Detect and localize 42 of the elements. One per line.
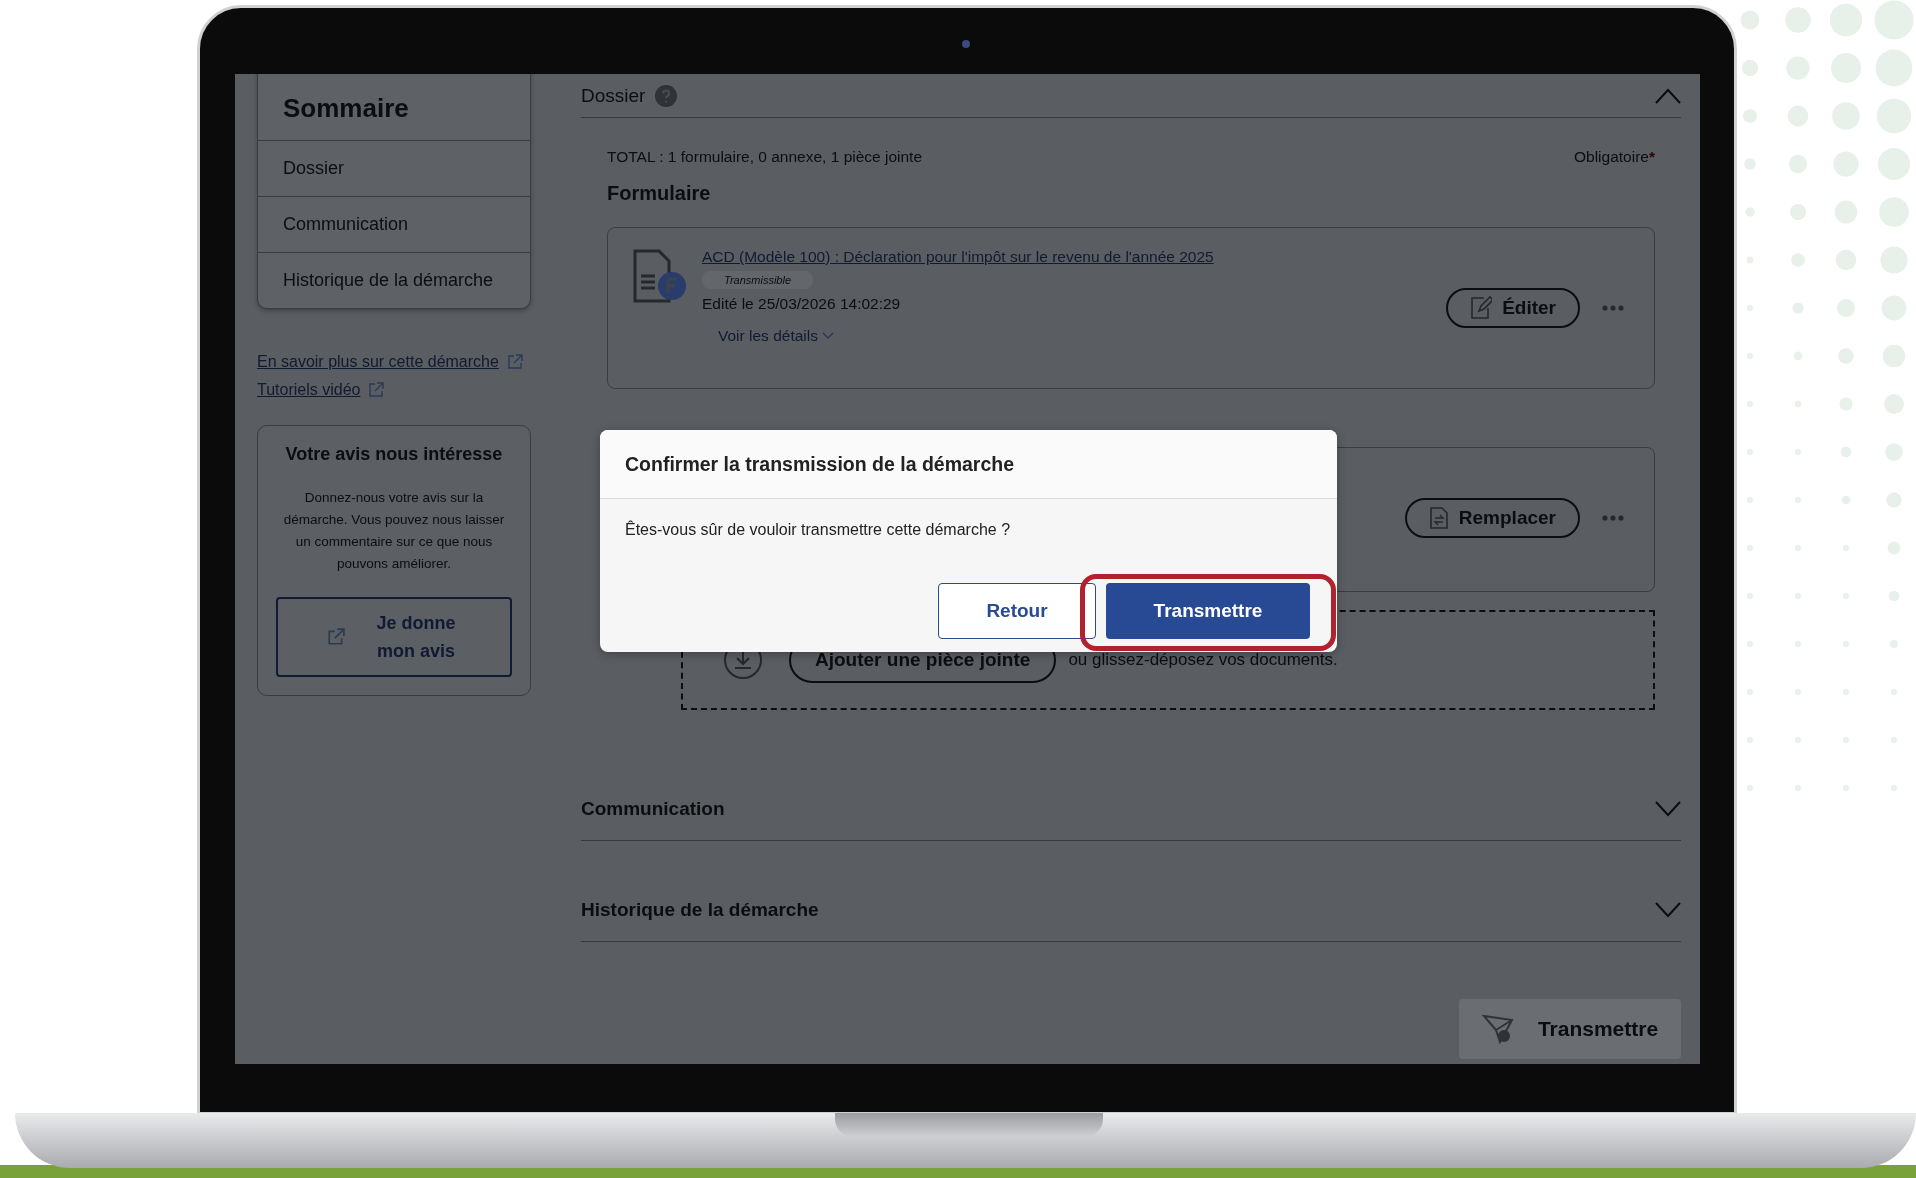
send-icon xyxy=(1481,1014,1516,1044)
confirm-button[interactable]: Transmettre xyxy=(1106,583,1310,639)
dialog-message: Êtes-vous sûr de vouloir transmettre cette démarche ? xyxy=(624,519,1012,539)
summary-title: Sommaire xyxy=(282,92,410,125)
form-heading: Formulaire xyxy=(607,182,712,205)
external-link[interactable]: Tutoriels vidéo xyxy=(257,381,361,399)
external-link-icon xyxy=(327,628,345,646)
section-title: Dossier xyxy=(581,84,646,107)
edit-icon xyxy=(1470,296,1493,320)
drop-hint: ou glissez-déposez vos documents. xyxy=(1068,650,1338,670)
submit-button[interactable]: Transmettre xyxy=(1459,999,1681,1059)
feedback-button[interactable]: Je donne mon avis xyxy=(276,597,512,677)
external-link-icon xyxy=(506,354,523,370)
details-link[interactable]: Voir les détails xyxy=(718,327,834,345)
total-summary: TOTAL : 1 formulaire, 0 annexe, 1 pièce jointe xyxy=(607,148,923,166)
chevron-icon[interactable] xyxy=(1655,902,1681,918)
section-title: Communication xyxy=(581,798,725,820)
dialog-title: Confirmer la transmission de la démarche xyxy=(625,452,1015,476)
camera-icon xyxy=(962,40,970,48)
required-mark: * xyxy=(1648,148,1655,166)
summary-item[interactable]: Historique de la démarche xyxy=(258,252,530,308)
file-swap-icon xyxy=(1428,506,1449,530)
more-options-icon[interactable] xyxy=(1602,515,1624,521)
required-label: Obligatoire xyxy=(1574,148,1649,166)
section-title: Historique de la démarche xyxy=(581,899,819,921)
chevron-icon xyxy=(821,332,834,340)
more-options-icon[interactable] xyxy=(1602,305,1624,311)
summary-item[interactable]: Communication xyxy=(258,196,530,252)
summary-item[interactable]: Dossier xyxy=(258,140,530,196)
feedback-text: Donnez-nous votre avis sur la démarche. Vous pouvez nous laisser un commentaire sur ce que nous pouvons améliorer. xyxy=(282,489,506,573)
replace-button[interactable]: Remplacer xyxy=(1404,498,1580,538)
edit-button[interactable]: Éditer xyxy=(1446,288,1580,328)
external-link-icon xyxy=(368,382,385,398)
help-icon[interactable] xyxy=(655,84,678,107)
status-badge: Transmissible xyxy=(702,271,814,289)
external-link[interactable]: En savoir plus sur cette démarche xyxy=(257,353,499,371)
chevron-icon[interactable] xyxy=(1655,801,1681,817)
chevron-icon[interactable] xyxy=(1655,87,1681,104)
back-button[interactable]: Retour xyxy=(938,583,1096,639)
feedback-title: Votre avis nous intéresse xyxy=(284,444,504,465)
edited-date: Edité le 25/03/2026 14:02:29 xyxy=(702,295,901,313)
form-title-link[interactable]: ACD (Modèle 100) : Déclaration pour l'impôt sur le revenu de l'année 2025 xyxy=(702,248,1214,266)
